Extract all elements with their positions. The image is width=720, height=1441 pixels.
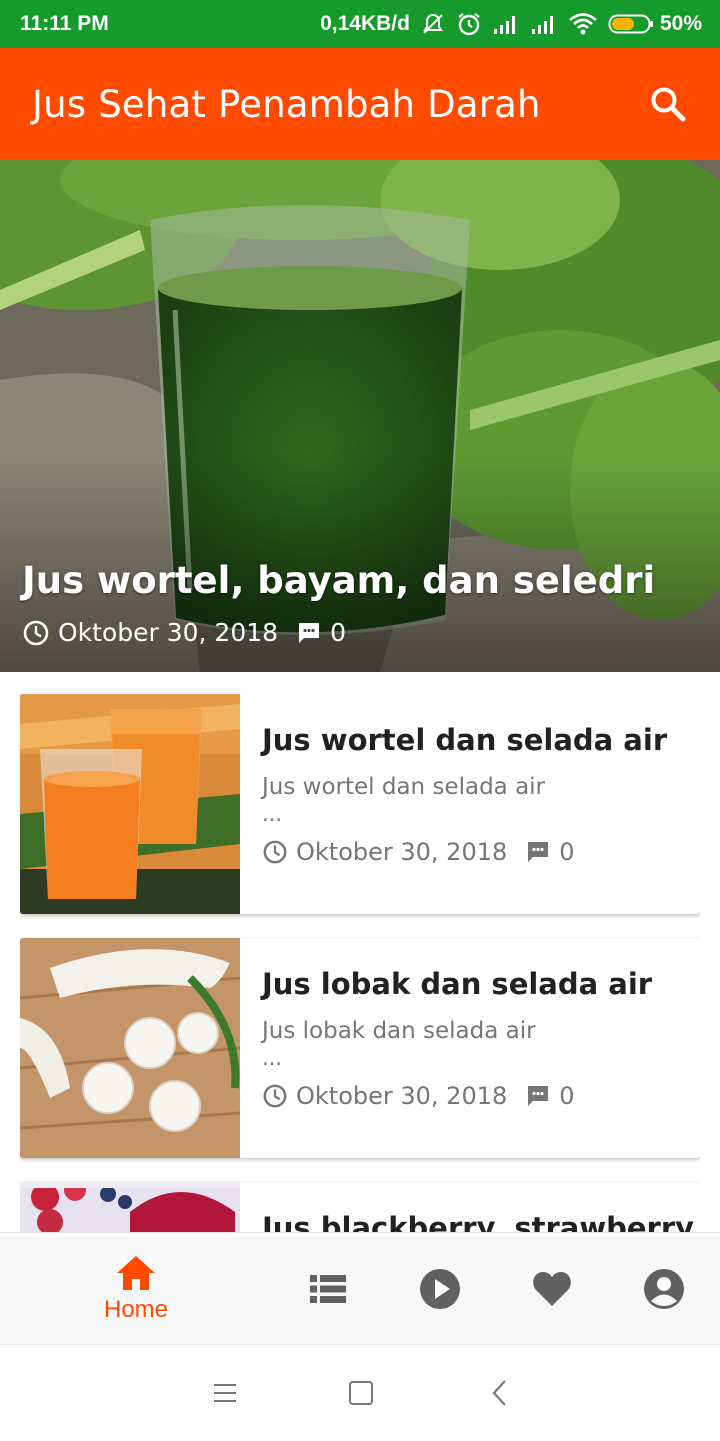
recents-button[interactable] [185, 1345, 265, 1441]
comment-icon [528, 1086, 549, 1106]
post-thumbnail [20, 1182, 240, 1232]
nav-home[interactable]: Home [76, 1233, 196, 1345]
network-speed: 0,14KB/d [320, 12, 410, 35]
nav-account[interactable] [634, 1233, 694, 1345]
battery-icon [608, 14, 653, 34]
post-card[interactable]: Jus lobak dan selada air Jus lobak dan s… [20, 938, 700, 1158]
post-content: Jus lobak dan selada air Jus lobak dan s… [262, 967, 686, 1110]
comment-icon [528, 842, 549, 862]
alarm-icon [458, 13, 480, 36]
post-date: Oktober 30, 2018 [296, 1082, 508, 1110]
comment-icon [299, 622, 320, 643]
hero-meta: Oktober 30, 2018 0 [22, 618, 346, 647]
heart-icon [533, 1272, 571, 1306]
featured-post[interactable]: Jus wortel, bayam, dan seledri Oktober 3… [0, 160, 720, 672]
post-card[interactable]: Jus blackberry, strawberry, [20, 1182, 700, 1232]
hero-date: Oktober 30, 2018 [58, 618, 279, 647]
post-comment-count: 0 [559, 1082, 575, 1110]
hero-comment-count: 0 [330, 618, 346, 647]
search-button[interactable] [644, 80, 692, 128]
search-icon [651, 87, 686, 122]
post-thumbnail [20, 938, 240, 1158]
status-icons: 0,14KB/d 50% [320, 11, 702, 37]
post-excerpt: Jus lobak dan selada air [262, 1018, 536, 1044]
app-title: Jus Sehat Penambah Darah [32, 82, 541, 126]
nav-list[interactable] [298, 1233, 358, 1345]
home-icon [117, 1256, 155, 1290]
nav-video[interactable] [410, 1233, 470, 1345]
post-content: Jus blackberry, strawberry, [262, 1211, 700, 1232]
post-title: Jus lobak dan selada air [262, 967, 653, 1001]
account-icon [644, 1269, 684, 1309]
back-button[interactable] [460, 1345, 540, 1441]
signal-icon [493, 16, 515, 34]
battery: 50% [608, 12, 702, 36]
app-bar: Jus Sehat Penambah Darah [0, 48, 720, 160]
list-icon [310, 1275, 346, 1303]
menu-icon [214, 1384, 236, 1402]
post-content: Jus wortel dan selada air Jus wortel dan… [262, 723, 686, 866]
post-excerpt: Jus wortel dan selada air [262, 774, 546, 800]
clock-icon [263, 840, 287, 864]
nav-home-label: Home [103, 1296, 169, 1323]
post-card[interactable]: Jus wortel dan selada air Jus wortel dan… [20, 694, 700, 914]
post-date: Oktober 30, 2018 [296, 838, 508, 866]
back-icon [492, 1380, 506, 1406]
battery-level: 50% [659, 12, 702, 35]
home-button[interactable] [321, 1345, 401, 1441]
post-title: Jus blackberry, strawberry, [262, 1211, 700, 1232]
post-meta: Oktober 30, 2018 0 [262, 1082, 686, 1110]
post-meta: Oktober 30, 2018 0 [262, 838, 686, 866]
mute-alarm-icon [423, 13, 443, 34]
hero-title: Jus wortel, bayam, dan seledri [22, 559, 656, 602]
post-title: Jus wortel dan selada air [262, 723, 668, 757]
post-ellipsis: ... [262, 802, 283, 826]
play-icon [420, 1269, 460, 1309]
status-bar: 11:11 PM 0,14KB/d 50% [0, 0, 720, 48]
post-thumbnail [20, 694, 240, 914]
status-time: 11:11 PM [20, 12, 109, 35]
post-comment-count: 0 [559, 838, 575, 866]
post-ellipsis: ... [262, 1046, 283, 1070]
post-list[interactable]: Jus wortel dan selada air Jus wortel dan… [20, 694, 700, 1232]
clock-icon [23, 620, 49, 645]
square-icon [349, 1381, 373, 1405]
clock-icon [263, 1084, 287, 1108]
system-navigation-bar [0, 1344, 720, 1441]
signal-icon-2 [531, 16, 553, 34]
bottom-navigation: Home [0, 1232, 720, 1345]
nav-favorites[interactable] [522, 1233, 582, 1345]
wifi-icon [569, 13, 597, 35]
